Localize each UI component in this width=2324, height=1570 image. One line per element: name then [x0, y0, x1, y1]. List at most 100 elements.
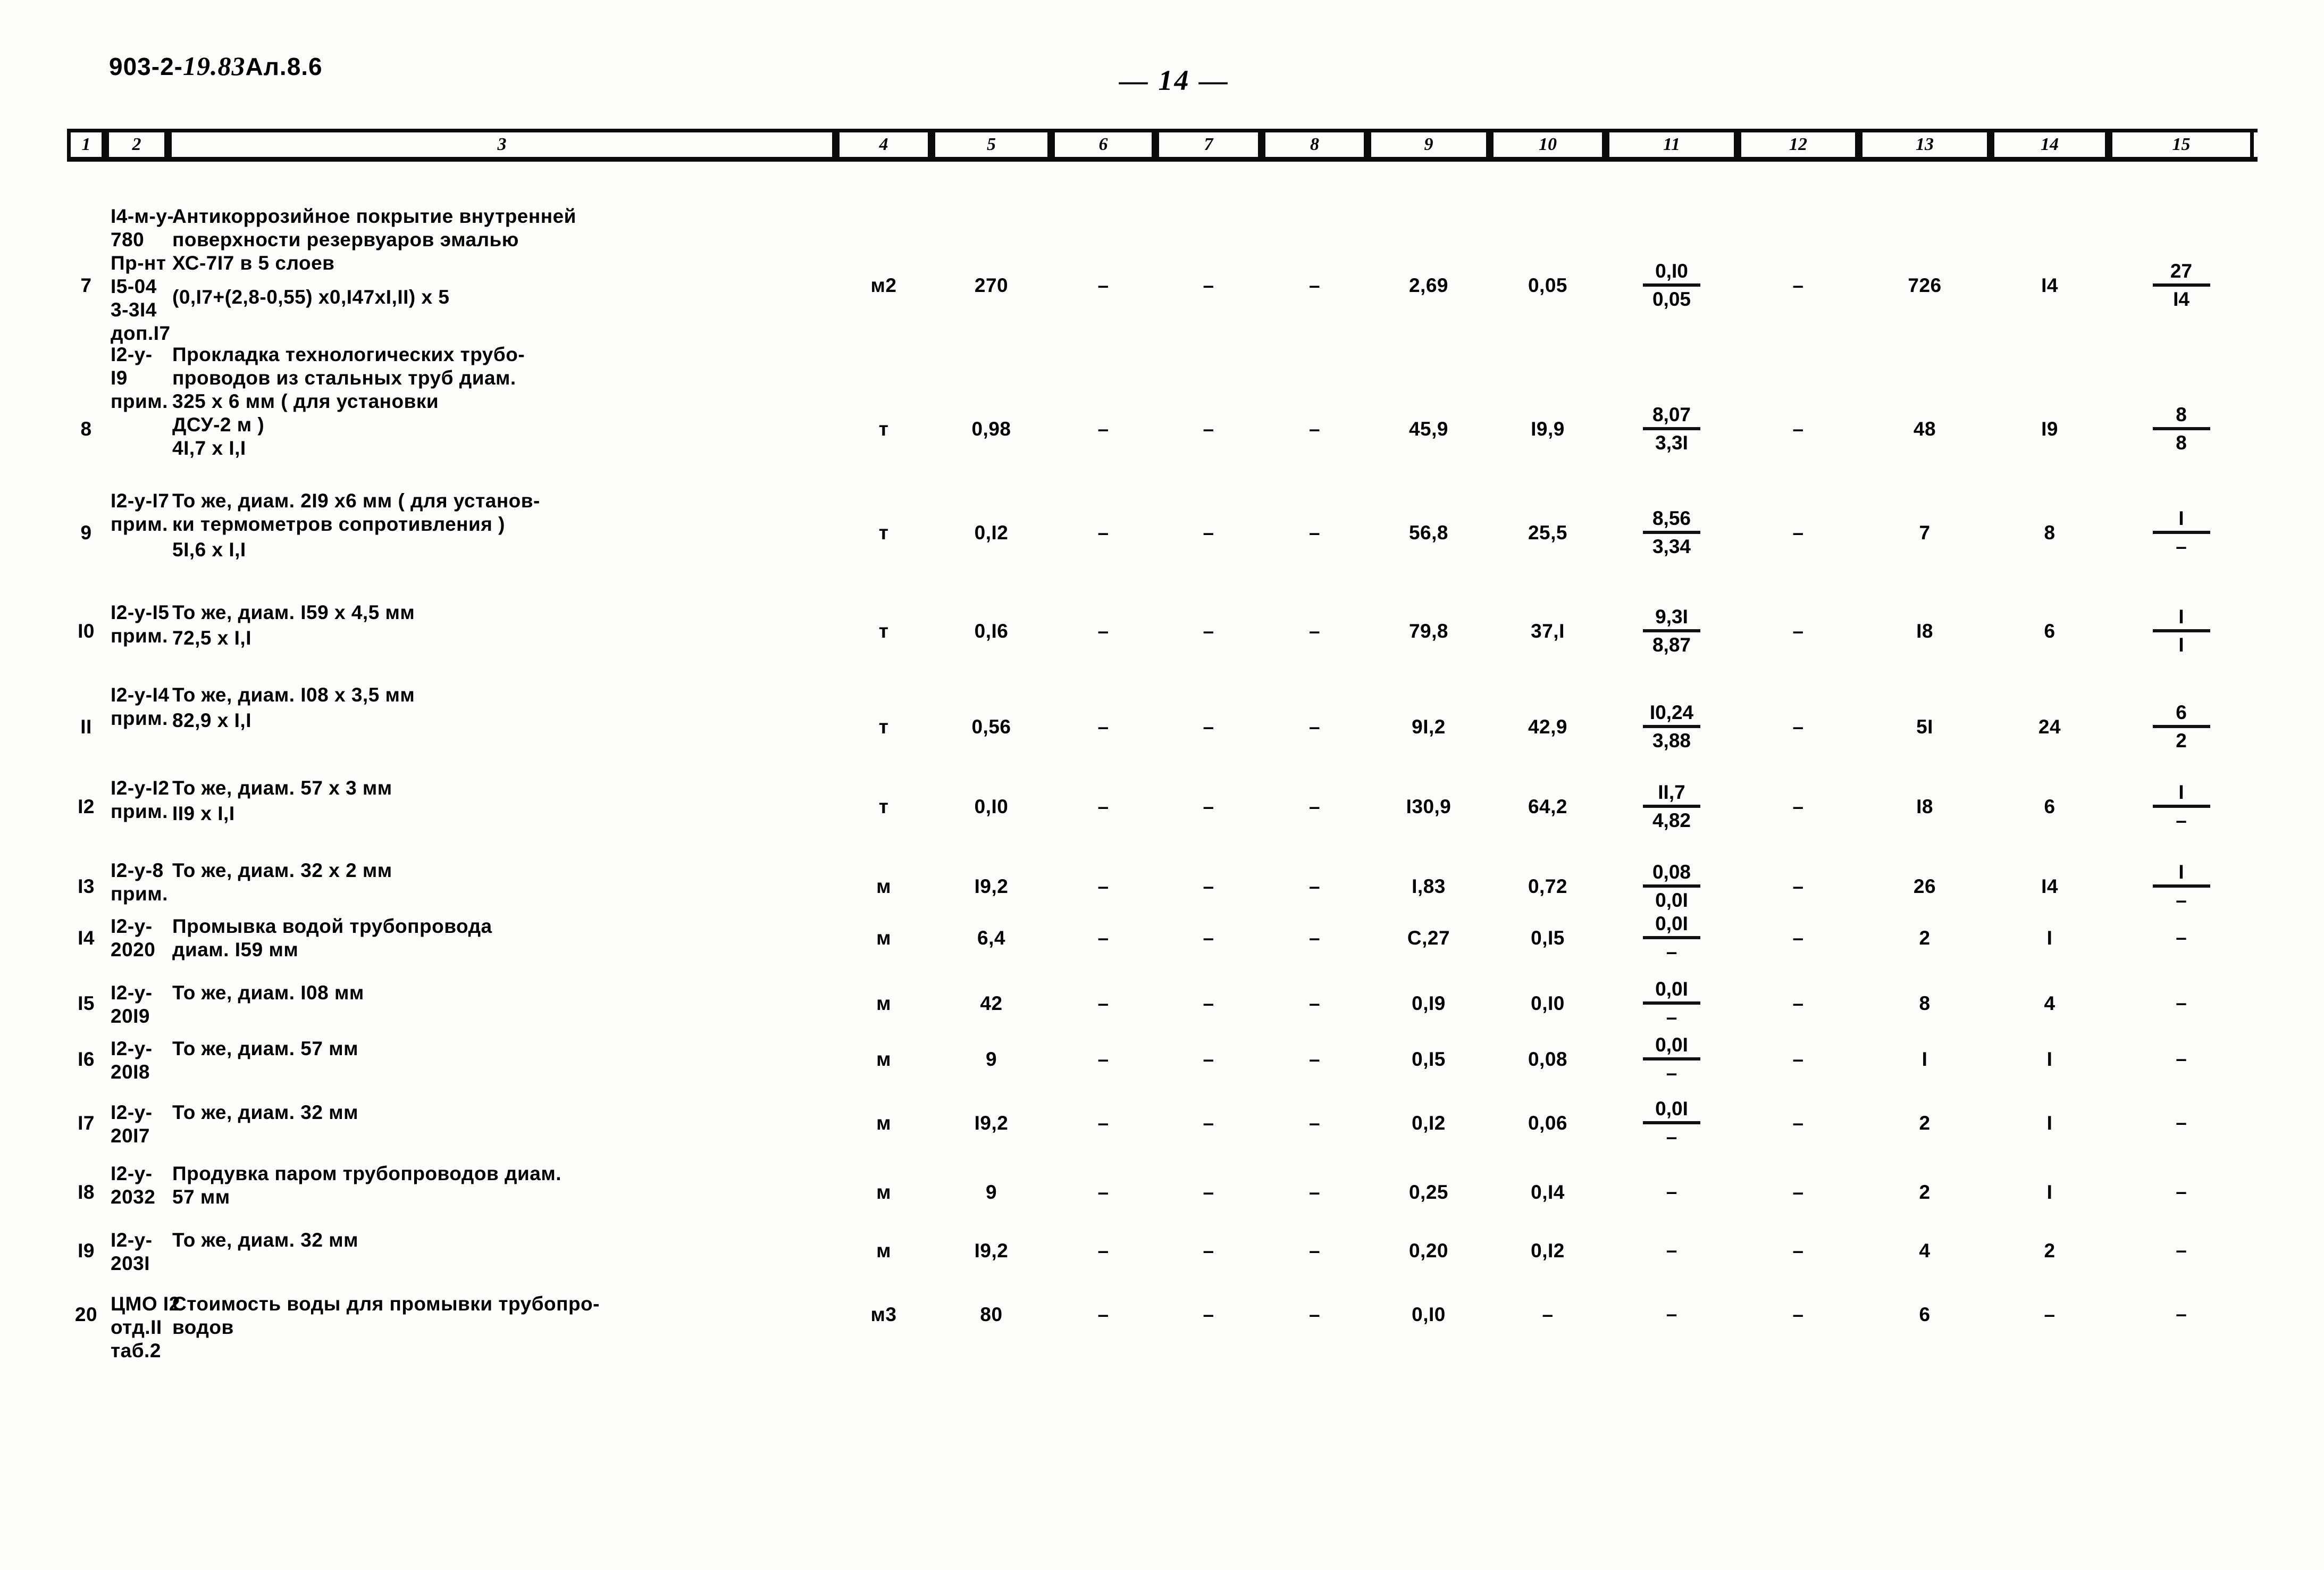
col14-value: I4 — [2041, 274, 2058, 296]
column-header-10: 10 — [1490, 132, 1606, 157]
document-code: 903-2-19.83Ал.8.6 — [109, 51, 323, 81]
col11-denominator: 4,82 — [1652, 809, 1691, 831]
doc-code-suffix: Ал.8.6 — [245, 53, 323, 80]
col14-value: 24 — [2038, 716, 2061, 738]
column-header-9: 9 — [1367, 132, 1490, 157]
col8-value: – — [1308, 274, 1321, 296]
work-description: Антикоррозийное покрытие внутренней пове… — [172, 205, 576, 274]
column-header-1: 1 — [67, 132, 105, 157]
work-description: То же, диам. I08 х 3,5 мм — [172, 684, 415, 706]
col7-value: – — [1203, 522, 1214, 544]
col7-value: – — [1203, 1048, 1214, 1070]
unit-of-measure: м — [876, 1240, 891, 1262]
col9-value: I,83 — [1412, 875, 1446, 897]
quantity: I9,2 — [974, 1240, 1009, 1262]
work-description: То же, диам. 57 мм — [172, 1038, 358, 1059]
col8-value: – — [1308, 796, 1321, 817]
row-number: I2 — [78, 796, 95, 817]
work-description: Прокладка технологических трубо- проводо… — [172, 344, 525, 436]
unit-of-measure: т — [878, 716, 889, 738]
col9-value: 56,8 — [1408, 522, 1448, 544]
col15-numerator: 8 — [2176, 404, 2187, 425]
page-number: — 14 — — [1119, 64, 1229, 96]
col15-numerator: – — [2176, 1181, 2187, 1202]
col14-value: 2 — [2044, 1240, 2055, 1262]
col10-value: 0,06 — [1528, 1112, 1567, 1134]
col15-denominator: I — [2178, 634, 2184, 656]
col14-value: I — [2046, 927, 2053, 949]
col6-value: – — [1097, 796, 1109, 817]
col6-value: – — [1097, 1304, 1109, 1325]
quantity: 9 — [985, 1048, 997, 1070]
col6-value: – — [1097, 1048, 1109, 1070]
col10-value: 0,72 — [1528, 875, 1567, 897]
col11-numerator: I0,24 — [1649, 702, 1694, 723]
col6-value: – — [1097, 1112, 1109, 1134]
quantity: I9,2 — [974, 875, 1009, 897]
col10-value: 42,9 — [1528, 716, 1567, 738]
col15-numerator: I — [2178, 507, 2184, 529]
fraction-bar — [2152, 427, 2210, 430]
work-description: Продувка паром трубопроводов диам. 57 мм — [172, 1163, 561, 1208]
col11-fraction: – — [1606, 1239, 1738, 1262]
col6-value: – — [1097, 418, 1109, 440]
col15-numerator: I — [2178, 861, 2184, 883]
col15-denominator: – — [2176, 889, 2187, 911]
col7-value: – — [1203, 274, 1214, 296]
col7-value: – — [1203, 1112, 1214, 1134]
column-header-5: 5 — [932, 132, 1051, 157]
col6-value: – — [1097, 620, 1109, 642]
col15-numerator: 6 — [2176, 702, 2187, 723]
calculation-formula: (0,I7+(2,8-0,55) х0,I47хI,II) х 5 — [172, 286, 450, 308]
col6-value: – — [1097, 274, 1109, 296]
col14-value: 6 — [2044, 620, 2055, 642]
row-number: I8 — [78, 1181, 95, 1203]
unit-of-measure: м2 — [870, 274, 897, 296]
col7-value: – — [1203, 1240, 1214, 1262]
col11-fraction: 0,0I – — [1606, 1034, 1738, 1084]
col15-fraction: – — [2109, 1181, 2254, 1203]
work-description: То же, диам. 57 х 3 мм — [172, 777, 392, 799]
quantity: 0,I2 — [974, 522, 1009, 544]
row-number: 9 — [80, 522, 92, 544]
fraction-bar — [1643, 283, 1700, 287]
col8-value: – — [1308, 875, 1321, 897]
col13-value: 7 — [1919, 522, 1931, 544]
col11-fraction: 0,0I – — [1606, 913, 1738, 963]
col7-value: – — [1203, 927, 1214, 949]
col12-value: – — [1792, 796, 1804, 817]
fraction-bar — [1643, 805, 1700, 808]
col8-value: – — [1308, 1240, 1321, 1262]
quantity: 9 — [985, 1181, 997, 1203]
col13-value: I8 — [1916, 796, 1933, 817]
unit-of-measure: т — [878, 796, 889, 817]
col11-fraction: 9,3I 8,87 — [1606, 606, 1738, 656]
unit-of-measure: м — [876, 875, 891, 897]
col15-fraction: 27 I4 — [2109, 260, 2254, 311]
row-number: I3 — [78, 875, 95, 897]
col15-fraction: 62 — [2109, 702, 2254, 752]
col11-numerator: 8,07 — [1652, 404, 1691, 425]
col7-value: – — [1203, 716, 1214, 738]
column-header-11: 11 — [1606, 132, 1738, 157]
calculation-formula: 4I,7 х I,I — [172, 437, 246, 459]
col11-fraction: 0,I0 0,05 — [1606, 260, 1738, 311]
col13-value: 5I — [1916, 716, 1933, 738]
calculation-formula: 82,9 х I,I — [172, 709, 251, 731]
col14-value: I — [2046, 1181, 2053, 1203]
quantity: 0,98 — [971, 418, 1011, 440]
column-header-13: 13 — [1859, 132, 1991, 157]
col11-fraction: – — [1606, 1181, 1738, 1203]
fraction-bar — [1643, 725, 1700, 728]
doc-code-handwritten: 19.83 — [182, 51, 246, 81]
col11-numerator: 0,0I — [1655, 978, 1688, 1000]
col10-value: I9,9 — [1531, 418, 1565, 440]
unit-of-measure: т — [878, 620, 889, 642]
col14-value: – — [2044, 1304, 2055, 1325]
col8-value: – — [1308, 1048, 1321, 1070]
col6-value: – — [1097, 992, 1109, 1014]
col6-value: – — [1097, 522, 1109, 544]
col9-value: 0,I9 — [1412, 992, 1446, 1014]
col11-numerator: II,7 — [1658, 781, 1685, 803]
fraction-bar — [1643, 936, 1700, 939]
